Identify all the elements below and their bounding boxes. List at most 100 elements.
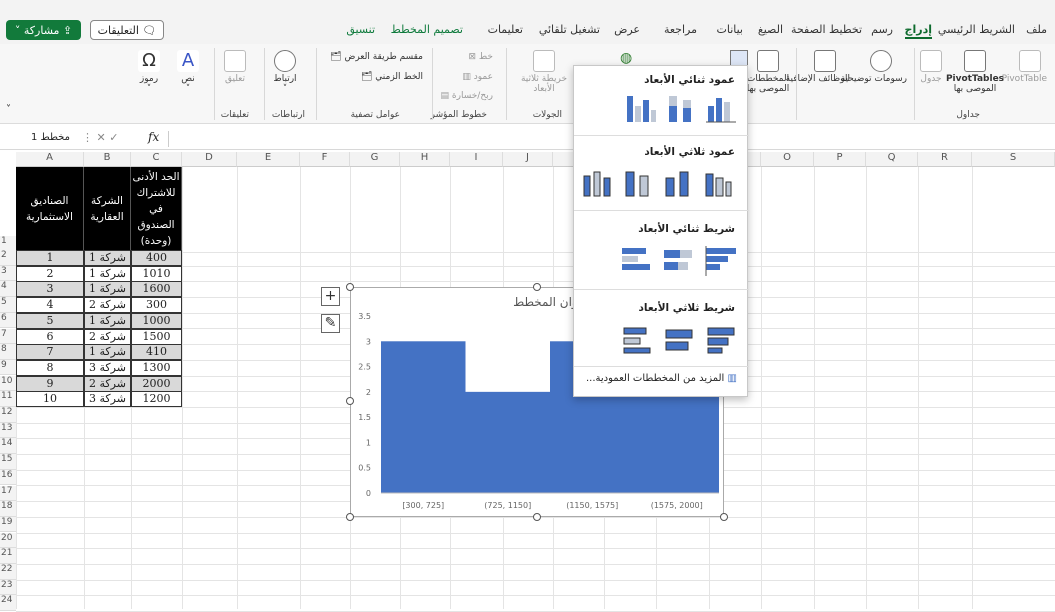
table-cell[interactable]: 400 xyxy=(131,250,182,266)
timeline-button[interactable]: الخط الزمني 🗂 xyxy=(323,72,423,82)
row-header[interactable]: 20 xyxy=(0,532,16,549)
row-header[interactable]: 22 xyxy=(0,564,16,580)
table-cell[interactable]: 1200 xyxy=(131,391,182,408)
column-header[interactable]: F xyxy=(300,152,350,167)
100-stacked-bar-icon[interactable] xyxy=(704,244,738,278)
row-header[interactable]: 7 xyxy=(0,328,16,345)
table-cell[interactable]: 2 xyxy=(16,265,84,282)
table-cell[interactable]: 5 xyxy=(16,312,84,329)
resize-handle[interactable] xyxy=(720,513,728,521)
sparkline-winloss-button[interactable]: ربح/خسارة ▤ xyxy=(438,91,493,101)
row-header[interactable]: 9 xyxy=(0,359,16,376)
table-cell[interactable]: 2000 xyxy=(131,375,182,392)
table-cell[interactable]: 7 xyxy=(16,344,84,361)
table-cell[interactable]: شركة 3 xyxy=(84,359,131,376)
comments-button[interactable]: 🗨 التعليقات xyxy=(90,20,164,40)
stacked-bar-icon[interactable] xyxy=(662,244,696,278)
table-cell[interactable]: 6 xyxy=(16,328,84,345)
name-box[interactable]: مخطط 1 xyxy=(2,132,70,148)
sparkline-line-button[interactable]: خط ⊠ xyxy=(438,52,493,62)
column-header[interactable]: J xyxy=(503,152,553,167)
row-header[interactable]: 11 xyxy=(0,391,16,407)
clustered-column-icon[interactable] xyxy=(624,92,658,126)
row-header[interactable]: 17 xyxy=(0,485,16,502)
table-cell[interactable]: شركة 1 xyxy=(84,265,131,282)
clustered-bar-icon[interactable] xyxy=(620,244,654,278)
tab-review[interactable]: مراجعة xyxy=(664,23,697,36)
illustrations-button[interactable]: رسومات توضيحية xyxy=(841,50,907,84)
fx-button[interactable]: fx xyxy=(148,130,159,144)
resize-handle[interactable] xyxy=(346,283,354,291)
recommended-charts-button[interactable]: المخططات الموصى بها xyxy=(743,50,793,94)
column-header[interactable]: P xyxy=(814,152,866,167)
column-header[interactable]: D xyxy=(182,152,237,167)
table-cell[interactable]: شركة 2 xyxy=(84,297,131,314)
stacked-column-icon[interactable] xyxy=(664,92,698,126)
table-cell[interactable]: 3 xyxy=(16,281,84,298)
column-header[interactable]: B xyxy=(84,152,131,167)
column-header[interactable]: G xyxy=(350,152,400,167)
3d-100-stacked-column-icon[interactable] xyxy=(660,166,694,200)
column-header[interactable]: E xyxy=(237,152,300,167)
column-header[interactable]: R xyxy=(918,152,972,167)
3d-column-icon[interactable] xyxy=(700,166,734,200)
tab-page-layout[interactable]: تخطيط الصفحة xyxy=(791,23,862,36)
column-header[interactable]: Q xyxy=(866,152,918,167)
share-button[interactable]: ⇪ مشاركة ˅ xyxy=(6,20,81,40)
tab-help[interactable]: تعليمات xyxy=(488,23,523,36)
tab-insert[interactable]: إدراج xyxy=(904,23,932,39)
row-header[interactable]: 21 xyxy=(0,548,16,564)
table-cell[interactable]: 1300 xyxy=(131,359,182,376)
table-cell[interactable]: 1 xyxy=(16,250,84,266)
row-header[interactable]: 19 xyxy=(0,516,16,533)
100-stacked-column-icon[interactable] xyxy=(704,92,738,126)
table-cell[interactable]: 1500 xyxy=(131,328,182,345)
comment-button[interactable]: تعليق xyxy=(221,50,249,84)
more-column-charts-link[interactable]: ▥ المزيد من المخططات العمودية... xyxy=(586,373,737,384)
chart-styles-brush-icon[interactable]: ✎ xyxy=(321,314,340,333)
row-header[interactable]: 14 xyxy=(0,438,16,454)
3d-stacked-bar-icon[interactable] xyxy=(662,322,696,356)
row-header[interactable]: 15 xyxy=(0,454,16,470)
resize-handle[interactable] xyxy=(533,513,541,521)
table-cell[interactable]: 1000 xyxy=(131,312,182,329)
tab-chart-design[interactable]: تصميم المخطط xyxy=(391,23,463,36)
table-cell[interactable]: شركة 2 xyxy=(84,375,131,392)
resize-handle[interactable] xyxy=(346,397,354,405)
row-header[interactable]: 23 xyxy=(0,579,16,596)
3d-clustered-bar-icon[interactable] xyxy=(620,322,654,356)
3d-map-button[interactable]: خريطة ثلاثية الأبعاد xyxy=(516,50,572,94)
row-header[interactable]: 6 xyxy=(0,312,16,329)
tab-draw[interactable]: رسم xyxy=(871,23,893,36)
table-cell[interactable]: 410 xyxy=(131,344,182,361)
row-header[interactable]: 4 xyxy=(0,281,16,297)
row-header[interactable]: 12 xyxy=(0,407,16,423)
3d-stacked-column-icon[interactable] xyxy=(620,166,654,200)
recommended-pivottables-button[interactable]: PivotTables الموصى بها xyxy=(945,50,1005,94)
table-cell[interactable]: شركة 1 xyxy=(84,250,131,266)
header-cell-company[interactable]: الشركة العقارية xyxy=(84,167,131,250)
column-header[interactable]: S xyxy=(972,152,1055,167)
table-cell[interactable]: 10 xyxy=(16,391,84,408)
tab-formulas[interactable]: الصيغ xyxy=(758,23,783,36)
row-header[interactable]: 2 xyxy=(0,250,16,266)
pivottable-button[interactable]: PivotTable xyxy=(1002,50,1047,84)
tab-view[interactable]: عرض xyxy=(614,23,640,36)
tab-automate[interactable]: تشغيل تلقائي xyxy=(539,23,600,36)
table-cell[interactable]: 1600 xyxy=(131,281,182,298)
row-header[interactable]: 18 xyxy=(0,501,16,517)
3d-100-stacked-bar-icon[interactable] xyxy=(704,322,738,356)
table-button[interactable]: جدول xyxy=(919,50,943,84)
text-button[interactable]: A نص ˅ xyxy=(176,50,200,94)
tab-file[interactable]: ملف xyxy=(1026,23,1047,36)
table-cell[interactable]: 4 xyxy=(16,297,84,314)
row-header[interactable]: 10 xyxy=(0,375,16,392)
row-header[interactable]: 3 xyxy=(0,265,16,282)
tab-format[interactable]: تنسيق xyxy=(346,23,375,36)
column-header[interactable]: H xyxy=(400,152,450,167)
slicer-button[interactable]: مقسم طريقة العرض 🗂 xyxy=(323,52,423,62)
bar[interactable] xyxy=(465,391,551,493)
table-cell[interactable]: 9 xyxy=(16,375,84,392)
addins-button[interactable]: الوظائف الإضافية xyxy=(786,50,850,84)
3d-clustered-column-icon[interactable] xyxy=(580,166,614,200)
